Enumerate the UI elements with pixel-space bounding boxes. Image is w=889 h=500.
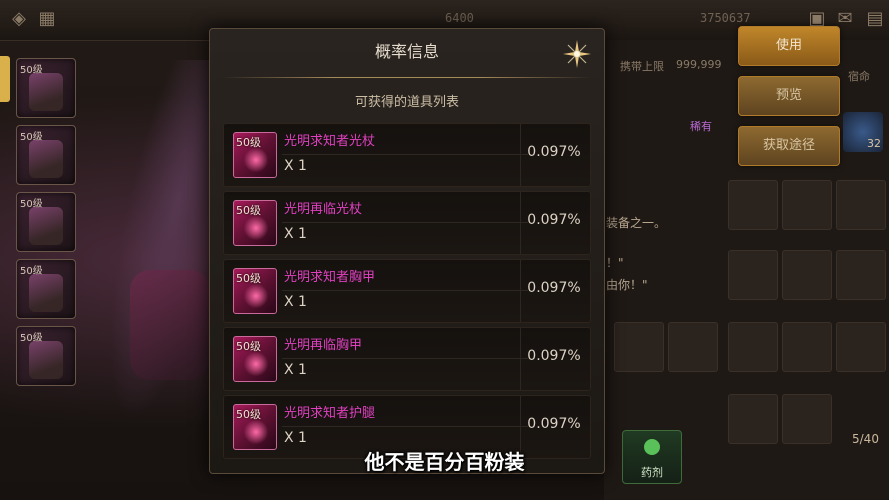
item-qty: X 1 <box>284 294 307 310</box>
equip-slot[interactable]: 50级 <box>16 259 76 319</box>
item-probability: 0.097% <box>527 280 581 296</box>
item-qty: X 1 <box>284 362 307 378</box>
top-stat-2: 3750637 <box>700 11 751 25</box>
inventory-cell[interactable] <box>782 250 832 300</box>
item-list: 50级 光明求知者光杖 X 1 0.097% 50级 光明再临光杖 X 1 0.… <box>223 123 591 465</box>
item-thumbnail: 50级 <box>233 200 277 246</box>
equip-slot[interactable]: 50级 <box>16 192 76 252</box>
item-name: 光明再临光杖 <box>284 202 363 217</box>
list-item[interactable]: 50级 光明求知者胸甲 X 1 0.097% <box>223 259 591 323</box>
inventory-cell[interactable] <box>728 250 778 300</box>
equip-art <box>29 207 63 245</box>
inventory-cell[interactable] <box>614 322 664 372</box>
limit-value: 999,999 <box>676 58 722 71</box>
item-thumbnail: 50级 <box>233 336 277 382</box>
tab-label[interactable]: 宿命 <box>848 68 870 84</box>
left-rail-indicator <box>0 56 10 102</box>
list-item[interactable]: 50级 光明再临光杖 X 1 0.097% <box>223 191 591 255</box>
inventory-cell[interactable] <box>836 180 886 230</box>
use-button[interactable]: 使用 <box>738 26 840 66</box>
inventory-cell[interactable] <box>728 180 778 230</box>
inventory-cell[interactable] <box>836 322 886 372</box>
inventory-cell[interactable] <box>728 394 778 444</box>
inventory-cell[interactable] <box>668 322 718 372</box>
inventory-cell[interactable] <box>782 180 832 230</box>
close-icon <box>563 40 591 68</box>
item-probability: 0.097% <box>527 348 581 364</box>
inventory-cell[interactable] <box>782 322 832 372</box>
skill-icon[interactable]: 32 <box>843 112 883 152</box>
close-button[interactable] <box>560 37 594 71</box>
list-item[interactable]: 50级 光明求知者光杖 X 1 0.097% <box>223 123 591 187</box>
item-qty: X 1 <box>284 226 307 242</box>
item-qty: X 1 <box>284 430 307 446</box>
chat-icon[interactable]: ▤ <box>864 8 886 30</box>
list-item[interactable]: 50级 光明再临胸甲 X 1 0.097% <box>223 327 591 391</box>
item-probability: 0.097% <box>527 144 581 160</box>
item-thumbnail: 50级 <box>233 132 277 178</box>
diamond-icon[interactable]: ◈ <box>8 8 30 30</box>
inventory-cell[interactable] <box>782 394 832 444</box>
item-name: 光明求知者护腿 <box>284 406 376 421</box>
probability-modal: 概率信息 可获得的道具列表 50级 光明求知者光杖 X 1 0.097% 50级… <box>209 28 605 474</box>
equip-slot[interactable]: 50级 <box>16 326 76 386</box>
grid-menu-icon[interactable]: ▦ <box>36 8 58 30</box>
limit-label: 携带上限 <box>620 60 664 73</box>
modal-title: 概率信息 <box>374 42 439 61</box>
item-thumbnail: 50级 <box>233 268 277 314</box>
video-caption: 他不是百分百粉装 <box>364 450 525 474</box>
item-thumbnail: 50级 <box>233 404 277 450</box>
equip-slot[interactable]: 50级 <box>16 125 76 185</box>
item-name: 光明求知者胸甲 <box>284 270 376 285</box>
item-list-subtitle: 可获得的道具列表 <box>354 95 459 110</box>
desc-line-1: 装备之一。 <box>606 216 667 230</box>
page-count: 5/40 <box>852 432 879 446</box>
item-name: 光明再临胸甲 <box>284 338 363 353</box>
item-qty: X 1 <box>284 158 307 174</box>
obtain-route-button[interactable]: 获取途径 <box>738 126 840 166</box>
equip-art <box>29 73 63 111</box>
inventory-cell[interactable] <box>836 250 886 300</box>
desc-line-3: 由你！" <box>606 278 648 292</box>
item-probability: 0.097% <box>527 212 581 228</box>
item-name: 光明求知者光杖 <box>284 134 376 149</box>
item-probability: 0.097% <box>527 416 581 432</box>
preview-button[interactable]: 预览 <box>738 76 840 116</box>
equip-art <box>29 274 63 312</box>
equip-art <box>29 341 63 379</box>
top-stat-1: 6400 <box>445 11 474 25</box>
character-arm <box>130 270 210 380</box>
desc-line-2: ！" <box>606 256 624 270</box>
rarity-label: 稀有 <box>690 120 712 133</box>
title-divider <box>222 77 592 78</box>
equip-art <box>29 140 63 178</box>
inventory-cell[interactable] <box>728 322 778 372</box>
equip-slot[interactable]: 50级 <box>16 58 76 118</box>
